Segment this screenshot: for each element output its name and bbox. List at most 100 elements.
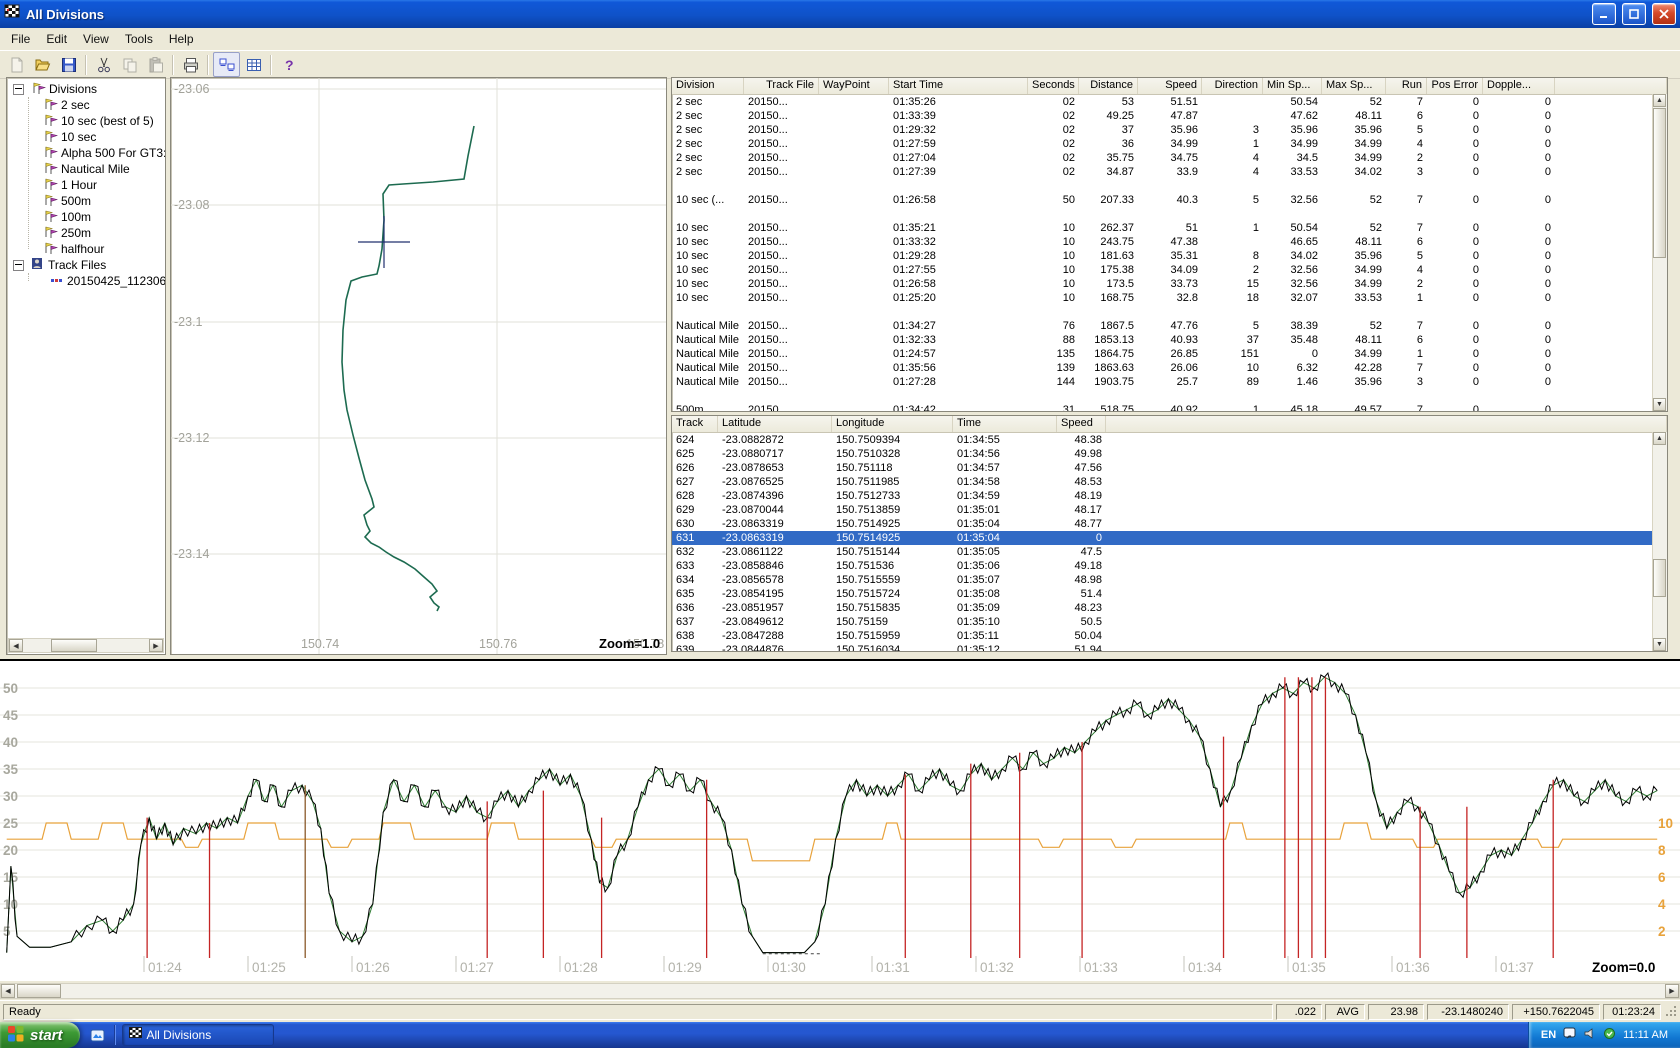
column-header-time[interactable]: Time	[953, 416, 1057, 432]
column-header-direction[interactable]: Direction	[1202, 78, 1263, 94]
scrollbar-thumb[interactable]	[1653, 108, 1666, 258]
scrollbar-thumb[interactable]	[51, 639, 97, 652]
column-header-pos-error[interactable]: Pos Error	[1427, 78, 1483, 94]
results-table-row[interactable]: 2 sec20150...01:27:040235.7534.75434.534…	[672, 151, 1667, 165]
column-header-division[interactable]: Division	[672, 78, 744, 94]
results-table-row[interactable]: 2 sec20150...01:27:59023634.99134.9934.9…	[672, 137, 1667, 151]
taskbar-clock[interactable]: 11:11 AM	[1623, 1029, 1668, 1041]
column-header-min-sp-[interactable]: Min Sp...	[1263, 78, 1322, 94]
results-table-row[interactable]: 10 sec20150...01:35:2110262.3751150.5452…	[672, 221, 1667, 235]
points-table-row[interactable]: 631-23.0863319150.751492501:35:040	[672, 531, 1667, 545]
points-vertical-scrollbar[interactable]: ▲ ▼	[1652, 432, 1667, 651]
tree-item-100m[interactable]: 100m	[7, 209, 165, 225]
results-table-row[interactable]: 2 sec20150...01:35:26025351.5150.5452700	[672, 95, 1667, 109]
column-header-track[interactable]: Track	[672, 416, 718, 432]
open-button[interactable]	[30, 53, 55, 76]
menu-view[interactable]: View	[75, 29, 117, 49]
points-table-row[interactable]: 635-23.0854195150.751572401:35:0851.4	[672, 587, 1667, 601]
chart-horizontal-scrollbar[interactable]: ◀ ▶	[0, 983, 1680, 999]
scroll-right-icon[interactable]: ▶	[149, 639, 163, 652]
points-table-header[interactable]: TrackLatitudeLongitudeTimeSpeed	[672, 416, 1667, 433]
track-map-panel[interactable]: -23.06-23.08-23.1-23.12-23.14150.74150.7…	[170, 77, 667, 655]
tray-volume-icon[interactable]	[1583, 1027, 1596, 1043]
results-table-row[interactable]: 10 sec20150...01:26:5810173.533.731532.5…	[672, 277, 1667, 291]
tree-item-10-sec-best-of-5-[interactable]: 10 sec (best of 5)	[7, 113, 165, 129]
scroll-down-icon[interactable]: ▼	[1653, 638, 1666, 651]
results-table-row[interactable]: 500m20150...01:34:4231518.7540.92145.184…	[672, 403, 1667, 412]
tree-item-250m[interactable]: 250m	[7, 225, 165, 241]
minimize-button[interactable]	[1592, 3, 1616, 25]
scrollbar-thumb[interactable]	[1653, 559, 1666, 597]
tree-item-track-file-20150425_112306[interactable]: 20150425_112306	[7, 273, 165, 289]
results-table-row[interactable]: 10 sec20150...01:25:2010168.7532.81832.0…	[672, 291, 1667, 305]
results-table-row[interactable]: 2 sec20150...01:33:390249.2547.8747.6248…	[672, 109, 1667, 123]
table-view-button[interactable]	[241, 53, 266, 76]
points-table-row[interactable]: 634-23.0856578150.751555901:35:0748.98	[672, 573, 1667, 587]
tree-item-nautical-mile[interactable]: Nautical Mile	[7, 161, 165, 177]
points-table-row[interactable]: 625-23.0880717150.751032801:34:5649.98	[672, 447, 1667, 461]
points-table-row[interactable]: 632-23.0861122150.751514401:35:0547.5	[672, 545, 1667, 559]
close-button[interactable]	[1652, 3, 1676, 25]
column-header-speed[interactable]: Speed	[1138, 78, 1202, 94]
tree-item-alpha-500-for-gt3-[interactable]: Alpha 500 For GT3:	[7, 145, 165, 161]
points-table-row[interactable]: 633-23.0858846150.75153601:35:0649.18	[672, 559, 1667, 573]
column-header-speed[interactable]: Speed	[1057, 416, 1106, 432]
points-table-row[interactable]: 639-23.0844876150.751603401:35:1251.94	[672, 643, 1667, 652]
results-table-row[interactable]: Nautical Mile20150...01:27:281441903.752…	[672, 375, 1667, 389]
results-table-header[interactable]: DivisionTrack FileWayPointStart TimeSeco…	[672, 78, 1667, 95]
tree-horizontal-scrollbar[interactable]: ◀ ▶	[8, 638, 164, 653]
points-table-row[interactable]: 629-23.0870044150.751385901:35:0148.17	[672, 503, 1667, 517]
print-button[interactable]	[178, 53, 203, 76]
save-button[interactable]	[56, 53, 81, 76]
results-table-row[interactable]: Nautical Mile20150...01:24:571351864.752…	[672, 347, 1667, 361]
column-header-max-sp-[interactable]: Max Sp...	[1322, 78, 1386, 94]
track-map[interactable]: -23.06-23.08-23.1-23.12-23.14150.74150.7…	[171, 78, 666, 654]
column-header-track-file[interactable]: Track File	[744, 78, 819, 94]
scroll-right-icon[interactable]: ▶	[1665, 984, 1679, 998]
tree-item-halfhour[interactable]: halfhour	[7, 241, 165, 257]
menu-tools[interactable]: Tools	[117, 29, 161, 49]
results-table-row[interactable]: 10 sec20150...01:33:3210243.7547.3846.65…	[672, 235, 1667, 249]
column-header-longitude[interactable]: Longitude	[832, 416, 953, 432]
scroll-up-icon[interactable]: ▲	[1653, 94, 1666, 107]
points-table-row[interactable]: 636-23.0851957150.751583501:35:0948.23	[672, 601, 1667, 615]
scroll-up-icon[interactable]: ▲	[1653, 432, 1666, 445]
scrollbar-thumb[interactable]	[17, 984, 61, 998]
tree-item-500m[interactable]: 500m	[7, 193, 165, 209]
speed-chart[interactable]: 504540353025201510501:2401:2501:2601:270…	[0, 659, 1680, 981]
points-table-row[interactable]: 637-23.0849612150.7515901:35:1050.5	[672, 615, 1667, 629]
tree-item-2-sec[interactable]: 2 sec	[7, 97, 165, 113]
tree-item-1-hour[interactable]: 1 Hour	[7, 177, 165, 193]
scroll-down-icon[interactable]: ▼	[1653, 398, 1666, 411]
column-header-start-time[interactable]: Start Time	[889, 78, 1028, 94]
column-header-dopple-[interactable]: Dopple...	[1483, 78, 1555, 94]
points-table-row[interactable]: 630-23.0863319150.751492501:35:0448.77	[672, 517, 1667, 531]
column-header-waypoint[interactable]: WayPoint	[819, 78, 889, 94]
tree-item-10-sec[interactable]: 10 sec	[7, 129, 165, 145]
chart-view-toggle-button[interactable]	[213, 52, 240, 77]
results-table-row[interactable]: 10 sec20150...01:29:2810181.6335.31834.0…	[672, 249, 1667, 263]
column-header-seconds[interactable]: Seconds	[1028, 78, 1079, 94]
quick-launch-icon[interactable]	[88, 1025, 108, 1045]
points-table-row[interactable]: 624-23.0882872150.750939401:34:5548.38	[672, 433, 1667, 447]
resize-grip[interactable]	[1664, 1004, 1678, 1021]
results-table-row[interactable]: Nautical Mile20150...01:34:27761867.547.…	[672, 319, 1667, 333]
scroll-left-icon[interactable]: ◀	[9, 639, 23, 652]
points-table-row[interactable]: 626-23.0878653150.75111801:34:5747.56	[672, 461, 1667, 475]
points-table-row[interactable]: 627-23.0876525150.751198501:34:5848.53	[672, 475, 1667, 489]
menu-edit[interactable]: Edit	[38, 29, 75, 49]
speed-chart-panel[interactable]: 504540353025201510501:2401:2501:2601:270…	[0, 659, 1680, 981]
collapse-icon[interactable]	[13, 260, 24, 271]
results-table-row[interactable]: Nautical Mile20150...01:32:33881853.1340…	[672, 333, 1667, 347]
task-button-all-divisions[interactable]: All Divisions	[122, 1024, 274, 1046]
menu-file[interactable]: File	[3, 29, 38, 49]
tray-messenger-icon[interactable]	[1563, 1027, 1576, 1043]
tray-antivirus-icon[interactable]	[1603, 1027, 1616, 1043]
tree-item-divisions[interactable]: Divisions	[7, 81, 165, 97]
maximize-button[interactable]	[1622, 3, 1646, 25]
start-button[interactable]: start	[0, 1022, 80, 1048]
column-header-latitude[interactable]: Latitude	[718, 416, 832, 432]
results-table-row[interactable]: 10 sec20150...01:27:5510175.3834.09232.5…	[672, 263, 1667, 277]
points-table-row[interactable]: 628-23.0874396150.751273301:34:5948.19	[672, 489, 1667, 503]
results-table-row[interactable]: Nautical Mile20150...01:35:561391863.632…	[672, 361, 1667, 375]
